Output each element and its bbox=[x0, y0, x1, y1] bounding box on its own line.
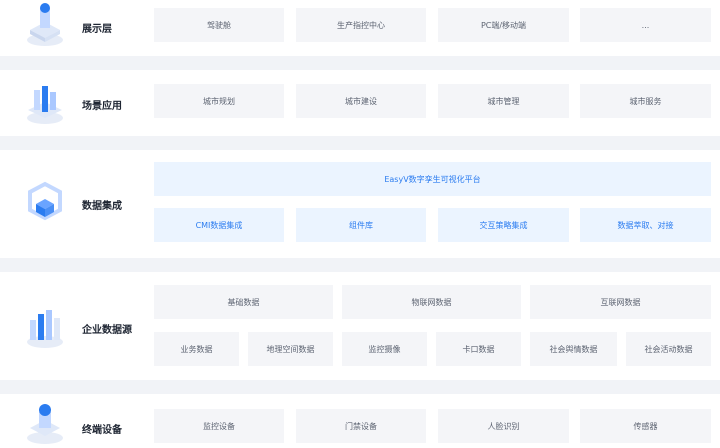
item-city-management: 城市管理 bbox=[438, 84, 569, 118]
item-checkpoint-data: 卡口数据 bbox=[436, 332, 521, 366]
item-cockpit: 驾驶舱 bbox=[154, 8, 284, 42]
item-pc-mobile: PC端/移动端 bbox=[438, 8, 569, 42]
item-social-activity: 社会活动数据 bbox=[626, 332, 711, 366]
item-city-service: 城市服务 bbox=[580, 84, 711, 118]
city-buildings-icon bbox=[27, 86, 63, 124]
item-surveillance: 监控摄像 bbox=[342, 332, 427, 366]
item-city-construction: 城市建设 bbox=[296, 84, 426, 118]
layer-scene: 场景应用 城市规划 城市建设 城市管理 城市服务 bbox=[0, 70, 720, 136]
data-bars-icon bbox=[27, 310, 63, 348]
item-basic-data: 基础数据 bbox=[154, 285, 333, 319]
layer-title: 企业数据源 bbox=[82, 325, 132, 336]
item-geospatial-data: 地理空间数据 bbox=[248, 332, 333, 366]
hexagon-cube-icon bbox=[28, 181, 62, 221]
terminal-device-icon bbox=[27, 404, 63, 444]
item-command-center: 生产指控中心 bbox=[296, 8, 426, 42]
item-more: ... bbox=[580, 8, 711, 42]
item-city-planning: 城市规划 bbox=[154, 84, 284, 118]
item-cmi-integration: CMI数据集成 bbox=[154, 208, 284, 242]
item-face-recognition: 人脸识别 bbox=[438, 409, 569, 443]
layer-terminal: 终端设备 监控设备 门禁设备 人脸识别 传感器 bbox=[0, 394, 720, 448]
layer-title: 场景应用 bbox=[82, 101, 122, 112]
layer-title: 数据集成 bbox=[82, 201, 122, 212]
item-interaction-strategy: 交互策略集成 bbox=[438, 208, 569, 242]
layer-title: 展示层 bbox=[82, 24, 112, 35]
platform-banner: EasyV数字孪生可视化平台 bbox=[154, 162, 711, 196]
item-access-control: 门禁设备 bbox=[296, 409, 426, 443]
item-component-library: 组件库 bbox=[296, 208, 426, 242]
cube-stack-icon bbox=[27, 3, 63, 46]
item-sensor: 传感器 bbox=[580, 409, 711, 443]
item-internet-data: 互联网数据 bbox=[530, 285, 711, 319]
item-iot-data: 物联网数据 bbox=[342, 285, 521, 319]
layer-integration: 数据集成 EasyV数字孪生可视化平台 CMI数据集成 组件库 交互策略集成 数… bbox=[0, 150, 720, 258]
layer-display: 展示层 驾驶舱 生产指控中心 PC端/移动端 ... bbox=[0, 0, 720, 56]
item-business-data: 业务数据 bbox=[154, 332, 239, 366]
layer-title: 终端设备 bbox=[82, 425, 122, 436]
item-monitoring-device: 监控设备 bbox=[154, 409, 284, 443]
item-public-opinion: 社会舆情数据 bbox=[530, 332, 617, 366]
item-data-extraction: 数据萃取、对接 bbox=[580, 208, 711, 242]
layer-enterprise-data: 企业数据源 基础数据 物联网数据 互联网数据 业务数据 地理空间数据 监控摄像 … bbox=[0, 272, 720, 380]
